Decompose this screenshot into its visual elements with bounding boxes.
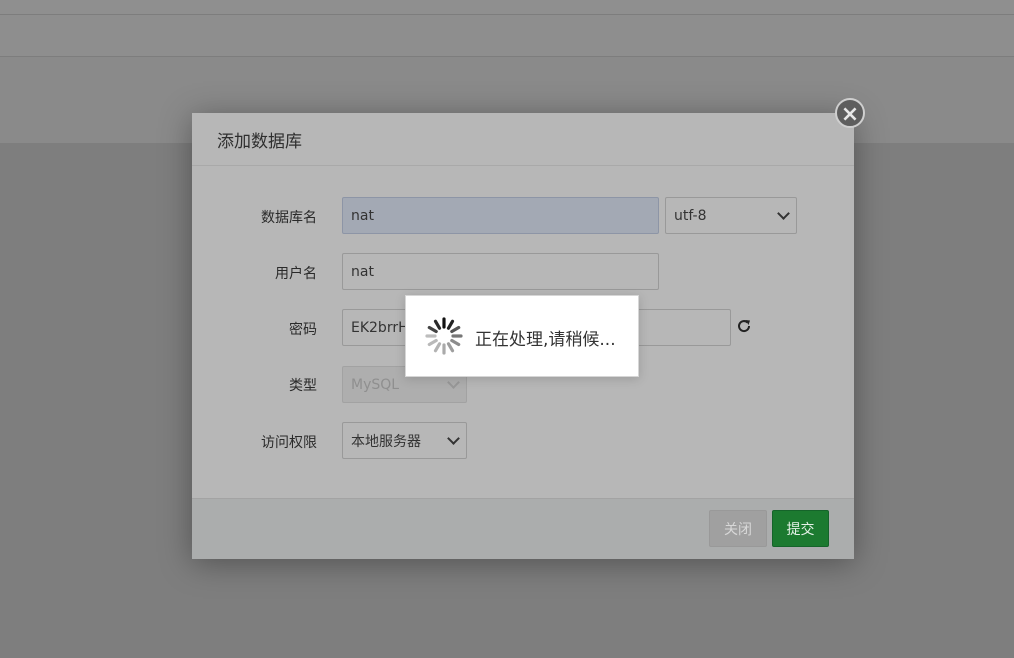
chevron-down-icon [447, 376, 460, 389]
access-label: 访问权限 [261, 435, 317, 451]
loading-popup: 正在处理,请稍候... [405, 295, 639, 377]
submit-button[interactable]: 提交 [772, 510, 829, 547]
spinner-icon [425, 317, 463, 355]
type-value: MySQL [351, 376, 400, 393]
chevron-down-icon [447, 432, 460, 445]
charset-value: utf-8 [674, 207, 707, 224]
loading-text: 正在处理,请稍候... [475, 330, 616, 350]
page-background-bar [0, 15, 1014, 57]
charset-select[interactable]: utf-8 [665, 197, 797, 234]
dialog-header: 添加数据库 [192, 113, 854, 166]
username-value: nat [351, 263, 374, 280]
db-name-input[interactable]: nat [342, 197, 659, 234]
chevron-down-icon [777, 207, 790, 220]
access-value: 本地服务器 [351, 433, 421, 450]
close-button[interactable]: 关闭 [709, 510, 767, 547]
db-name-label: 数据库名 [261, 210, 317, 226]
access-select[interactable]: 本地服务器 [342, 422, 467, 459]
type-label: 类型 [289, 378, 317, 394]
page-background-top [0, 0, 1014, 15]
password-value: EK2brrH [351, 319, 409, 336]
username-label: 用户名 [275, 266, 317, 282]
username-input[interactable]: nat [342, 253, 659, 290]
password-label: 密码 [289, 322, 317, 338]
dialog-title: 添加数据库 [217, 131, 302, 152]
close-x-icon[interactable]: × [835, 98, 865, 128]
db-name-value: nat [351, 207, 374, 224]
refresh-icon[interactable] [736, 318, 752, 334]
